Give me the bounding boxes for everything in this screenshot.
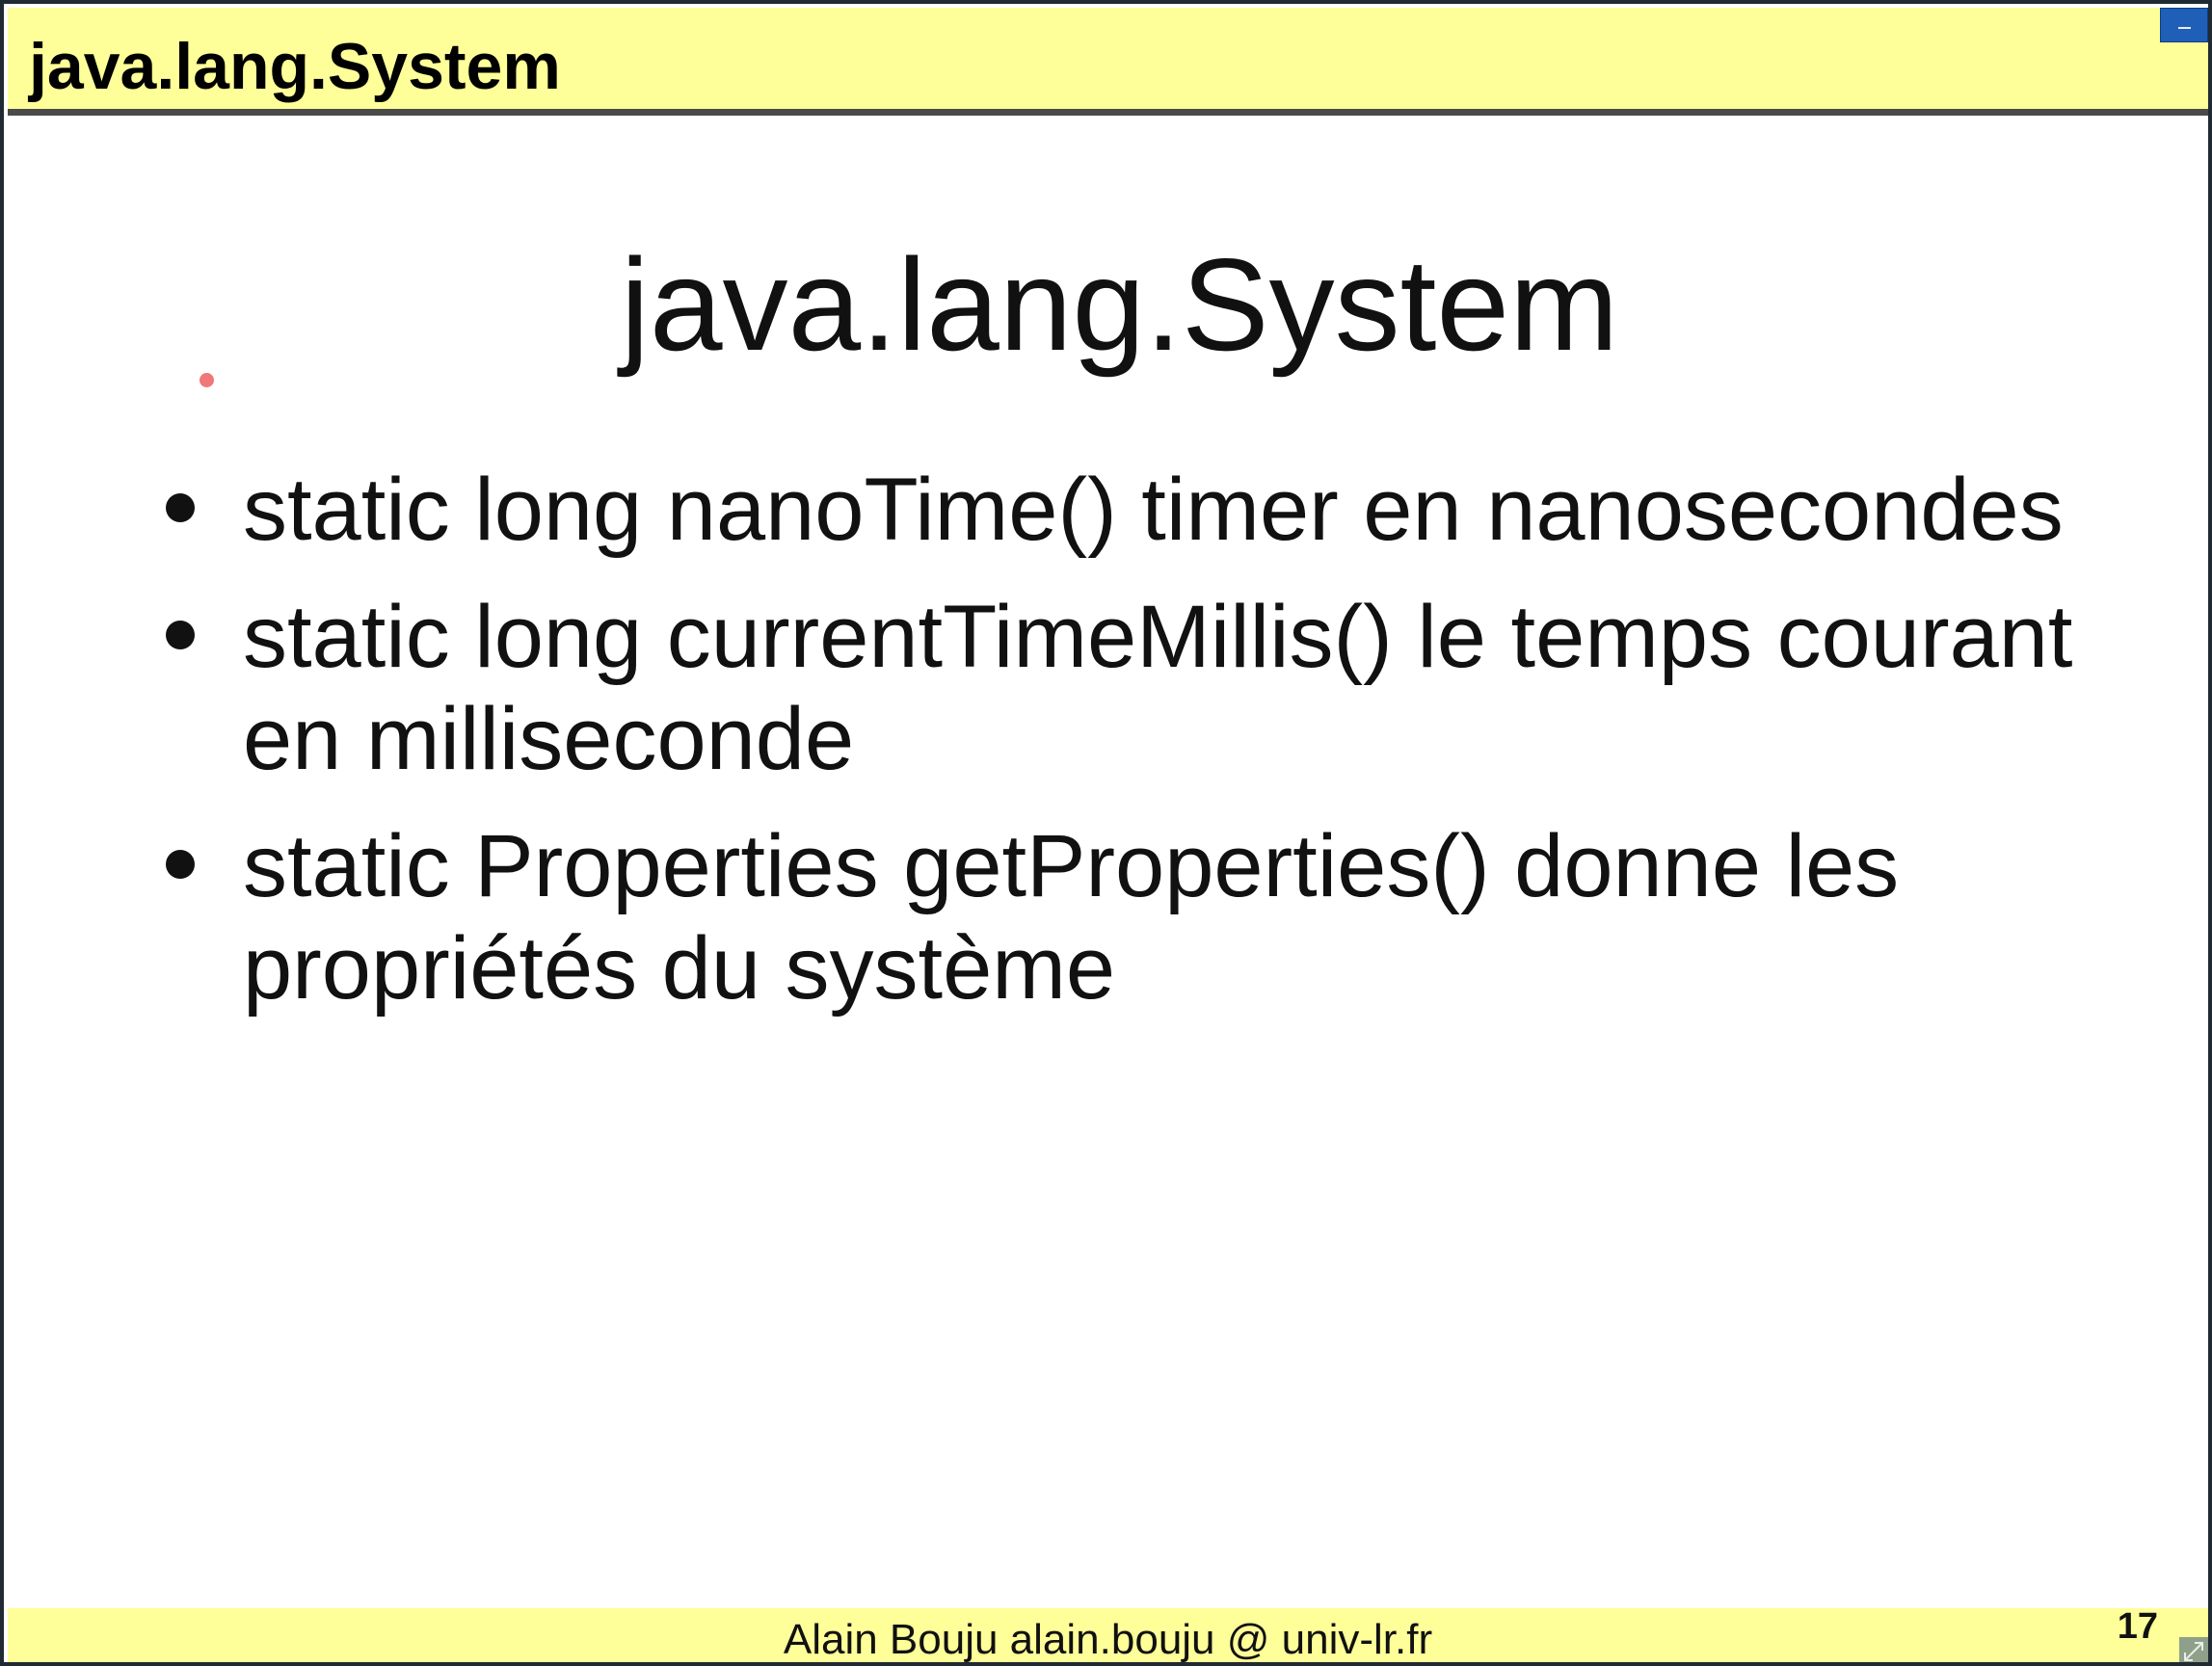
expand-icon [2184, 1642, 2203, 1661]
bullet-list: static long nanoTime() timer en nanoseco… [158, 459, 2163, 1045]
bullet-icon [166, 493, 195, 522]
page-number: 17 [2117, 1606, 2158, 1647]
bullet-item: static long nanoTime() timer en nanoseco… [158, 459, 2163, 561]
bullet-item: static Properties getProperties() donne … [158, 815, 2163, 1019]
laser-pointer-dot [200, 373, 214, 387]
slide-heading: java.lang.System [620, 231, 1619, 378]
bullet-text: static Properties getProperties() donne … [243, 817, 1900, 1018]
footer-bar: Alain Bouju alain.bouju @ univ-lr.fr 17 [8, 1606, 2208, 1663]
bullet-text: static long nanoTime() timer en nanoseco… [243, 461, 2064, 559]
window-title: java.lang.System [29, 30, 561, 103]
minimize-icon [2178, 27, 2191, 29]
bullet-text: static long currentTimeMillis() le temps… [243, 588, 2073, 788]
bullet-icon [166, 850, 195, 879]
bullet-item: static long currentTimeMillis() le temps… [158, 586, 2163, 790]
title-bar: java.lang.System [8, 8, 2208, 116]
resize-handle[interactable] [2179, 1637, 2208, 1662]
slide-window: java.lang.System java.lang.System static… [0, 0, 2212, 1666]
bullet-icon [166, 621, 195, 649]
footer-author: Alain Bouju alain.bouju @ univ-lr.fr [783, 1616, 1433, 1663]
minimize-button[interactable] [2160, 8, 2208, 42]
